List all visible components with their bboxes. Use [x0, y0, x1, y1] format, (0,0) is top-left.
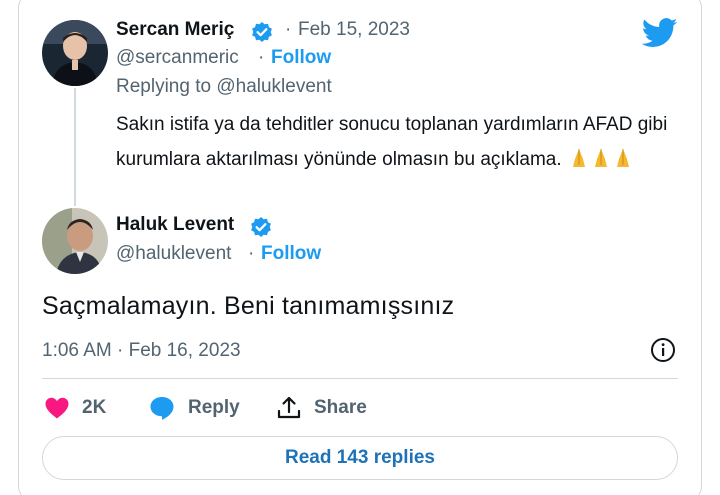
main-author-name[interactable]: Haluk Levent — [116, 214, 234, 236]
verified-badge-icon — [251, 217, 271, 237]
reply-label: Reply — [188, 397, 240, 418]
follow-button-sercan[interactable]: Follow — [271, 47, 331, 69]
folded-hands-icon — [572, 149, 585, 167]
reply-tweet-text: Sakın istifa ya da tehditler sonucu topl… — [116, 107, 676, 181]
handle-separator: · — [258, 47, 265, 68]
share-label: Share — [314, 397, 367, 418]
info-icon[interactable] — [650, 337, 676, 363]
handle-separator: · — [248, 243, 255, 264]
avatar-haluk-levent[interactable] — [42, 208, 108, 274]
folded-hands-icon — [594, 149, 607, 167]
heart-icon — [45, 397, 69, 419]
date-separator: · — [285, 19, 292, 40]
reply-button[interactable]: Reply — [148, 394, 240, 422]
share-icon — [277, 396, 301, 419]
like-count: 2K — [82, 397, 107, 418]
folded-hands-icon — [616, 149, 629, 167]
main-author-handle[interactable]: @haluklevent — [116, 243, 231, 265]
reply-date[interactable]: Feb 15, 2023 — [298, 19, 410, 41]
action-divider — [42, 378, 678, 379]
emoji-group — [568, 146, 634, 181]
share-button[interactable]: Share — [276, 394, 367, 422]
like-button[interactable]: 2K — [44, 394, 106, 422]
thread-connector-line — [74, 88, 76, 206]
tweet-timestamp[interactable]: 1:06 AM · Feb 16, 2023 — [42, 340, 241, 362]
reply-bubble-icon — [150, 397, 174, 420]
read-replies-button[interactable]: Read 143 replies — [42, 436, 678, 480]
replying-to-text: Replying to @haluklevent — [116, 76, 332, 97]
main-tweet-text: Saçmalamayın. Beni tanımamışsınız — [42, 292, 455, 320]
follow-button-haluk[interactable]: Follow — [261, 243, 321, 265]
reply-author-handle[interactable]: @sercanmeric — [116, 47, 239, 69]
twitter-bird-icon[interactable] — [642, 18, 678, 48]
reply-author-name[interactable]: Sercan Meriç — [116, 19, 234, 41]
avatar-sercan-meric[interactable] — [42, 20, 108, 86]
verified-badge-icon — [252, 22, 272, 42]
